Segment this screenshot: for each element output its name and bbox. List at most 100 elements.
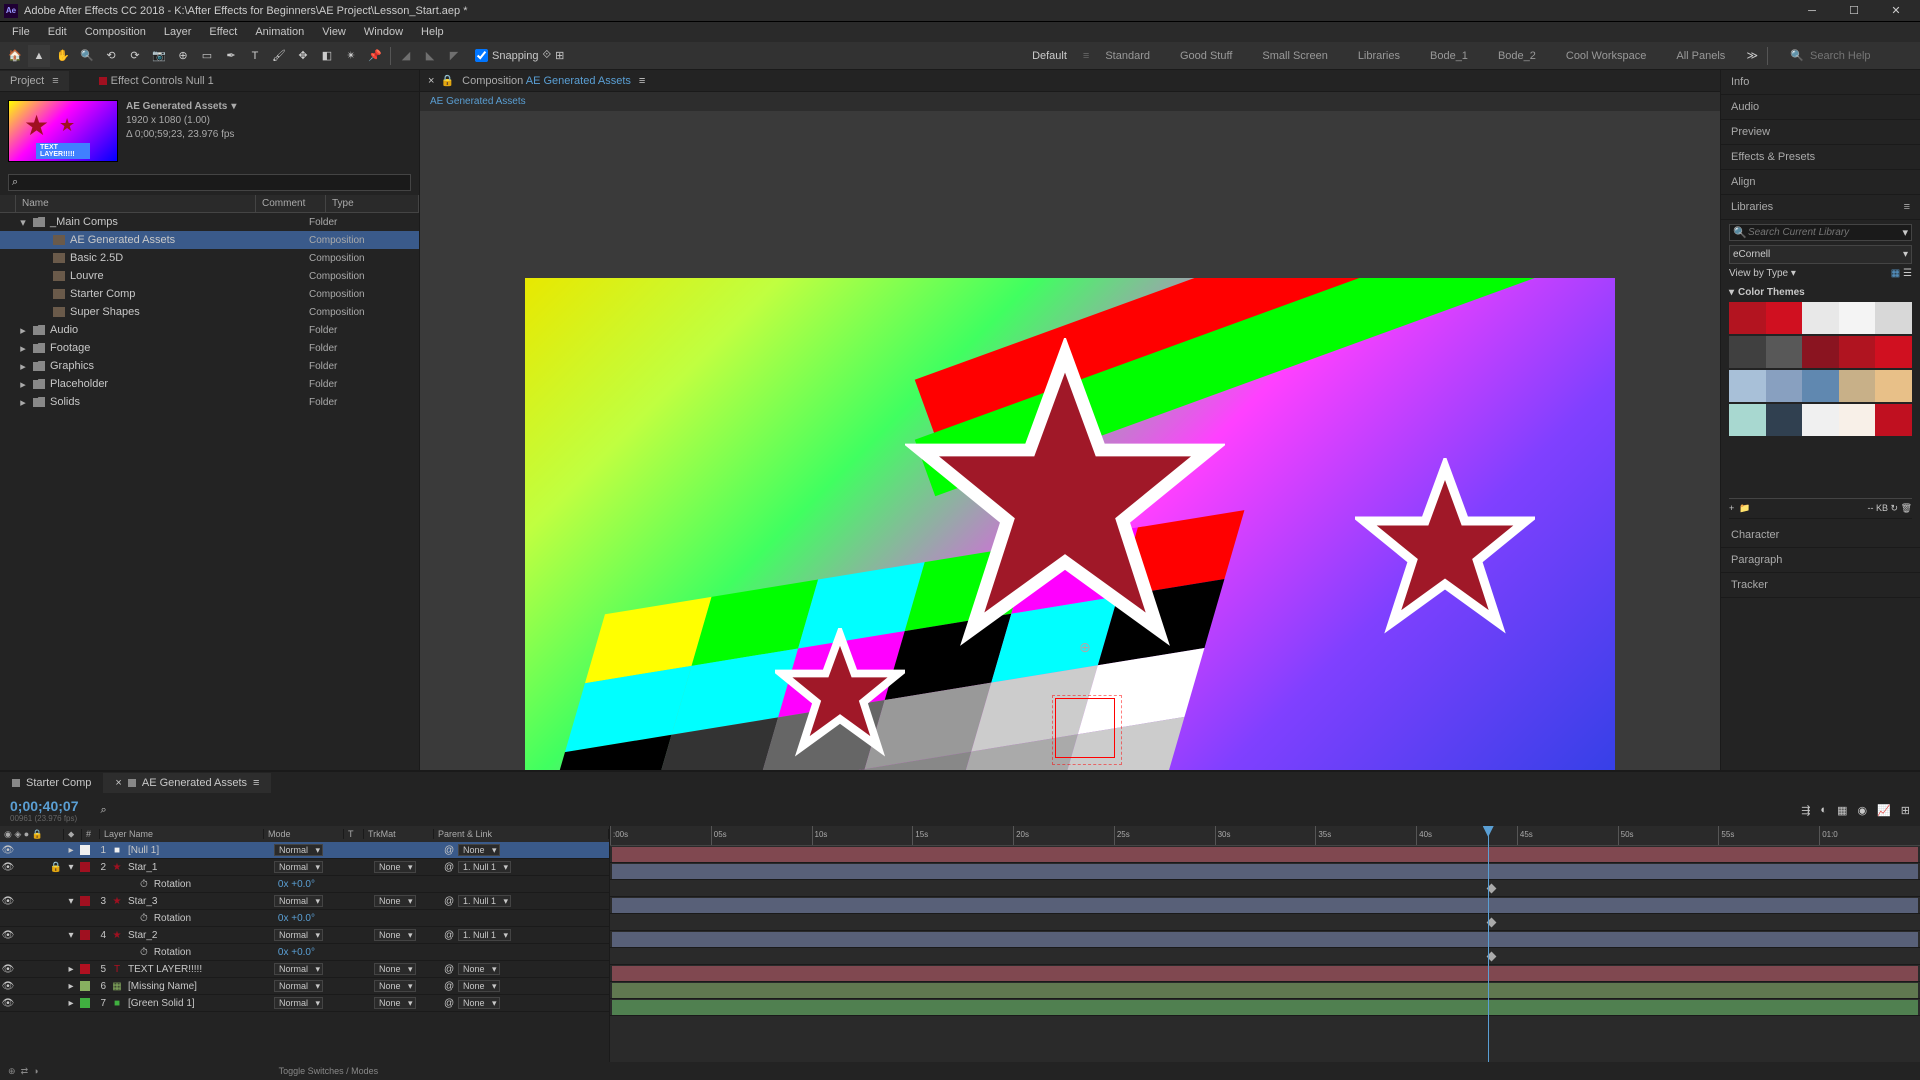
project-search-input[interactable]: [8, 174, 411, 191]
menu-edit[interactable]: Edit: [40, 24, 75, 40]
twirl-icon[interactable]: ▸: [18, 324, 28, 337]
snap-align-icon[interactable]: ⊞: [555, 49, 564, 62]
eraser-tool[interactable]: ◧: [316, 45, 338, 67]
preview-panel-tab[interactable]: Preview: [1721, 120, 1920, 145]
visibility-toggle[interactable]: 👁: [0, 964, 16, 975]
twirl-icon[interactable]: ▾: [18, 216, 28, 229]
workspace-smallscreen[interactable]: Small Screen: [1248, 46, 1341, 66]
twirl-icon[interactable]: ▸: [18, 396, 28, 409]
library-search-input[interactable]: [1729, 224, 1912, 241]
zoom-tool[interactable]: 🔍: [76, 45, 98, 67]
layer-property[interactable]: ⏱Rotation0x +0.0°: [0, 910, 609, 927]
timeline-track[interactable]: [610, 982, 1920, 999]
label-color[interactable]: [80, 981, 90, 991]
stopwatch-icon[interactable]: ⏱: [140, 913, 148, 924]
timeline-track[interactable]: [610, 846, 1920, 863]
local-axis-tool[interactable]: ◢: [395, 45, 417, 67]
visibility-toggle[interactable]: 👁: [0, 981, 16, 992]
comp-name-link[interactable]: AE Generated Assets: [526, 75, 631, 87]
color-theme-row[interactable]: [1729, 404, 1912, 436]
timeline-layer[interactable]: 👁 ▸ 6 ▦ [Missing Name] Normal None @ Non…: [0, 978, 609, 995]
timeline-layer[interactable]: 👁 ▸ 5 T TEXT LAYER!!!!! Normal None @ No…: [0, 961, 609, 978]
project-item[interactable]: AE Generated AssetsComposition: [0, 231, 419, 249]
menu-view[interactable]: View: [314, 24, 354, 40]
mode-dropdown[interactable]: Normal: [274, 963, 323, 975]
workspace-default[interactable]: Default: [1018, 46, 1081, 66]
mode-dropdown[interactable]: Normal: [274, 929, 323, 941]
timeline-track[interactable]: [610, 897, 1920, 914]
motion-blur-icon[interactable]: ◉: [1857, 804, 1867, 817]
parent-dropdown[interactable]: 1. Null 1: [458, 895, 511, 907]
timeline-track[interactable]: [610, 931, 1920, 948]
brainstorm-icon[interactable]: ⊞: [1901, 804, 1910, 817]
twirl-down-icon[interactable]: ▾: [1729, 287, 1734, 298]
menu-layer[interactable]: Layer: [156, 24, 200, 40]
roto-tool[interactable]: ✴: [340, 45, 362, 67]
visibility-toggle[interactable]: 👁: [0, 998, 16, 1009]
project-item[interactable]: LouvreComposition: [0, 267, 419, 285]
timeline-tab-aegen[interactable]: × AE Generated Assets ≡: [103, 773, 271, 793]
workspace-bode2[interactable]: Bode_2: [1484, 46, 1550, 66]
panel-menu-icon[interactable]: ≡: [1904, 201, 1910, 213]
timeline-tab-starter[interactable]: Starter Comp: [0, 773, 103, 793]
view-by-type-dropdown[interactable]: View by Type: [1729, 268, 1788, 279]
col-layer-name[interactable]: Layer Name: [100, 829, 264, 839]
menu-animation[interactable]: Animation: [247, 24, 312, 40]
col-comment[interactable]: Comment: [256, 195, 326, 212]
visibility-toggle[interactable]: 👁: [0, 845, 16, 856]
chevron-down-icon[interactable]: ▾: [1902, 226, 1908, 239]
workspace-cool[interactable]: Cool Workspace: [1552, 46, 1661, 66]
audio-panel-tab[interactable]: Audio: [1721, 95, 1920, 120]
grid-view-icon[interactable]: ▦: [1891, 268, 1900, 279]
stopwatch-icon[interactable]: ⏱: [140, 947, 148, 958]
time-ruler[interactable]: :00s05s10s15s20s25s30s35s40s45s50s55s01:…: [610, 826, 1920, 846]
twirl-icon[interactable]: ▸: [64, 981, 78, 992]
label-color[interactable]: [80, 896, 90, 906]
pickwhip-icon[interactable]: @: [444, 981, 458, 992]
twirl-icon[interactable]: ▾: [64, 896, 78, 907]
null-layer-marker[interactable]: ⊕: [1055, 698, 1115, 758]
project-item[interactable]: ▸FootageFolder: [0, 339, 419, 357]
libraries-panel-tab[interactable]: Libraries≡: [1721, 195, 1920, 220]
color-theme-row[interactable]: [1729, 370, 1912, 402]
parent-dropdown[interactable]: None: [458, 997, 500, 1009]
brush-tool[interactable]: 🖌: [268, 45, 290, 67]
comp-mini-flowchart-icon[interactable]: ⇶: [1801, 804, 1810, 817]
twirl-icon[interactable]: ▸: [64, 845, 78, 856]
effects-panel-tab[interactable]: Effects & Presets: [1721, 145, 1920, 170]
library-select[interactable]: eCornell▾: [1729, 245, 1912, 264]
col-name[interactable]: Name: [16, 195, 256, 212]
panel-menu-icon[interactable]: ≡: [253, 777, 259, 789]
twirl-icon[interactable]: ▸: [18, 360, 28, 373]
draft-3d-icon[interactable]: ◐: [1820, 804, 1827, 817]
rotation-tool[interactable]: ⟳: [124, 45, 146, 67]
col-trkmat[interactable]: TrkMat: [364, 829, 434, 839]
view-axis-tool[interactable]: ◤: [443, 45, 465, 67]
add-icon[interactable]: +: [1729, 503, 1734, 513]
mode-dropdown[interactable]: Normal: [274, 980, 323, 992]
project-tab[interactable]: Project≡: [0, 71, 69, 91]
pickwhip-icon[interactable]: @: [444, 845, 458, 856]
parent-dropdown[interactable]: None: [458, 980, 500, 992]
graph-editor-icon[interactable]: 📈: [1877, 804, 1891, 817]
mode-dropdown[interactable]: Normal: [274, 895, 323, 907]
shy-icon[interactable]: ◑: [33, 1066, 38, 1076]
trkmat-dropdown[interactable]: None: [374, 929, 416, 941]
hand-tool[interactable]: ✋: [52, 45, 74, 67]
menu-composition[interactable]: Composition: [77, 24, 154, 40]
label-color[interactable]: [80, 845, 90, 855]
search-help-input[interactable]: [1810, 50, 1910, 62]
col-mode[interactable]: Mode: [264, 829, 344, 839]
project-item[interactable]: Basic 2.5DComposition: [0, 249, 419, 267]
workspace-goodstuff[interactable]: Good Stuff: [1166, 46, 1246, 66]
workspace-bode1[interactable]: Bode_1: [1416, 46, 1482, 66]
workspace-allpanels[interactable]: All Panels: [1662, 46, 1739, 66]
home-tool[interactable]: 🏠: [4, 45, 26, 67]
trkmat-dropdown[interactable]: None: [374, 861, 416, 873]
trkmat-dropdown[interactable]: None: [374, 980, 416, 992]
expand-icon[interactable]: ⊕: [8, 1066, 16, 1077]
camera-tool[interactable]: 📷: [148, 45, 170, 67]
trkmat-dropdown[interactable]: None: [374, 963, 416, 975]
timeline-track[interactable]: [610, 999, 1920, 1016]
menu-file[interactable]: File: [4, 24, 38, 40]
